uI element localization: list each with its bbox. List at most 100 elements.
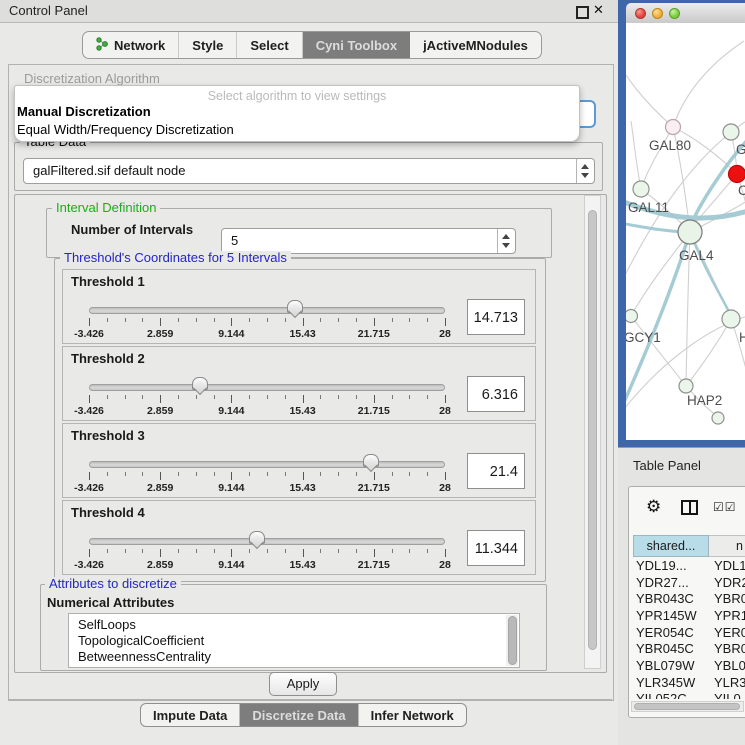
table-header: shared... n <box>633 535 745 557</box>
split-columns-icon[interactable] <box>681 500 698 515</box>
node-gal4[interactable] <box>678 220 702 244</box>
bottom-tab-bar: Impute Data Discretize Data Infer Networ… <box>140 703 467 727</box>
scrollbar-thumb[interactable] <box>508 616 517 665</box>
float-window-icon[interactable] <box>576 6 589 19</box>
slider-tick-labels: -3.426 2.859 9.144 15.43 21.715 28 <box>89 559 445 571</box>
list-item[interactable]: SelfLoops <box>78 617 136 632</box>
close-icon[interactable]: ✕ <box>593 2 604 18</box>
node-gal11[interactable] <box>633 181 649 197</box>
tab-jactivemnodules[interactable]: jActiveMNodules <box>410 32 541 58</box>
node-label-partial-h: H <box>739 330 745 345</box>
table-row[interactable]: YBR045CYBR0 <box>633 640 745 657</box>
tab-cyni-toolbox[interactable]: Cyni Toolbox <box>303 32 410 58</box>
column-header-shared[interactable]: shared... <box>633 535 709 557</box>
threshold-4-value[interactable]: 11.344 <box>467 530 525 566</box>
panel-divider <box>8 699 612 700</box>
top-tab-bar: Network Style Select Cyni Toolbox jActiv… <box>82 31 542 59</box>
node-selected-red[interactable] <box>729 166 745 183</box>
tab-impute-data[interactable]: Impute Data <box>141 704 240 726</box>
slider-ticks <box>89 472 445 481</box>
scrollbar-thumb[interactable] <box>634 703 740 710</box>
threshold-4-label: Threshold 4 <box>71 505 145 520</box>
tab-style[interactable]: Style <box>179 32 237 58</box>
gear-icon[interactable]: ⚙ <box>646 497 661 517</box>
table-panel-title: Table Panel <box>633 458 701 473</box>
slider-thumb[interactable] <box>192 377 208 390</box>
slider-ticks <box>89 395 445 404</box>
slider-track[interactable] <box>89 538 445 545</box>
panel-title: Control Panel <box>9 0 88 22</box>
table-body[interactable]: YDL19...YDL1 YDR27...YDR2 YBR043CYBR0 YP… <box>633 557 745 699</box>
node-label-gal80: GAL80 <box>649 138 691 153</box>
numerical-attributes-list[interactable]: SelfLoops TopologicalCoefficient Between… <box>68 613 520 668</box>
dropdown-hint: Select algorithm to view settings <box>15 89 579 103</box>
tab-network[interactable]: Network <box>83 32 179 58</box>
table-row[interactable]: YBR043CYBR0 <box>633 590 745 607</box>
tab-network-label: Network <box>114 38 165 53</box>
mac-zoom-icon[interactable] <box>669 8 680 19</box>
node[interactable] <box>723 124 739 140</box>
slider-thumb[interactable] <box>249 531 265 544</box>
slider-tick-labels: -3.426 2.859 9.144 15.43 21.715 28 <box>89 405 445 417</box>
discretization-group-label: Discretization Algorithm <box>20 72 164 86</box>
table-row[interactable]: YPR145WYPR1 <box>633 607 745 624</box>
slider-track[interactable] <box>89 384 445 391</box>
tab-select[interactable]: Select <box>237 32 302 58</box>
threshold-3-value[interactable]: 21.4 <box>467 453 525 489</box>
list-vertical-scrollbar[interactable] <box>506 615 518 666</box>
threshold-4-slider[interactable]: -3.426 2.859 9.144 15.43 21.715 28 <box>89 531 445 571</box>
threshold-2-slider[interactable]: -3.426 2.859 9.144 15.43 21.715 28 <box>89 377 445 417</box>
node-gcy1[interactable] <box>626 310 638 323</box>
threshold-1-value[interactable]: 14.713 <box>467 299 525 335</box>
slider-tick-labels: -3.426 2.859 9.144 15.43 21.715 28 <box>89 482 445 494</box>
settings-vertical-scrollbar[interactable] <box>584 195 601 669</box>
table-panel: Table Panel ⚙ ☑☑ shared... n YDL19...YDL… <box>618 447 745 745</box>
spinner-arrows-icon <box>497 229 515 253</box>
table-horizontal-scrollbar[interactable] <box>631 701 744 712</box>
table-data-combobox[interactable]: galFiltered.sif default node <box>23 158 595 184</box>
table-row[interactable]: YER054CYER0 <box>633 624 745 641</box>
slider-thumb[interactable] <box>287 300 303 313</box>
scrollbar-thumb[interactable] <box>588 210 597 650</box>
thresholds-group-label: Threshold's Coordinates for 5 Intervals <box>60 251 291 265</box>
list-item[interactable]: TopologicalCoefficient <box>78 633 204 648</box>
apply-button[interactable]: Apply <box>269 672 337 696</box>
dropdown-option-equal-width[interactable]: Equal Width/Frequency Discretization <box>17 122 234 137</box>
threshold-row-3: Threshold 3 -3.426 2.859 9.144 15.43 21.… <box>62 423 536 498</box>
node[interactable] <box>712 412 724 424</box>
tab-infer-network[interactable]: Infer Network <box>359 704 466 726</box>
mac-minimize-icon[interactable] <box>652 8 663 19</box>
node[interactable] <box>722 310 740 328</box>
network-canvas[interactable]: GAL80 GA C GAL11 GAL4 GCY1 H HAP2 <box>626 23 745 440</box>
slider-track[interactable] <box>89 461 445 468</box>
node-label-hap2: HAP2 <box>687 393 722 408</box>
column-header-name[interactable]: n <box>709 535 745 557</box>
interval-definition-label: Interval Definition <box>52 201 160 215</box>
threshold-3-slider[interactable]: -3.426 2.859 9.144 15.43 21.715 28 <box>89 454 445 494</box>
table-row[interactable]: YDL19...YDL1 <box>633 557 745 574</box>
checkbox-icons[interactable]: ☑☑ <box>713 500 737 514</box>
table-data-value: galFiltered.sif default node <box>33 159 185 183</box>
screen: Control Panel ✕ Network Style Se <box>0 0 745 745</box>
threshold-1-label: Threshold 1 <box>71 274 145 289</box>
table-row[interactable]: YDR27...YDR2 <box>633 574 745 591</box>
dropdown-option-manual[interactable]: Manual Discretization <box>17 104 151 119</box>
control-panel-titlebar: Control Panel ✕ <box>0 0 618 23</box>
table-row[interactable]: YBL079WYBL0 <box>633 657 745 674</box>
threshold-2-value[interactable]: 6.316 <box>467 376 525 412</box>
mac-close-icon[interactable] <box>635 8 646 19</box>
numerical-attributes-label: Numerical Attributes <box>47 595 174 610</box>
combo-arrows-icon <box>576 159 594 183</box>
threshold-1-slider[interactable]: -3.426 2.859 9.144 15.43 21.715 28 <box>89 300 445 340</box>
tab-discretize-data[interactable]: Discretize Data <box>240 704 358 726</box>
slider-thumb[interactable] <box>363 454 379 467</box>
list-item[interactable]: BetweennessCentrality <box>78 649 211 664</box>
node-gal80[interactable] <box>666 120 681 135</box>
threshold-3-label: Threshold 3 <box>71 428 145 443</box>
slider-track[interactable] <box>89 307 445 314</box>
node-hap2[interactable] <box>679 379 693 393</box>
network-window-titlebar[interactable] <box>626 3 745 24</box>
threshold-row-4: Threshold 4 -3.426 2.859 9.144 15.43 21.… <box>62 500 536 575</box>
table-row[interactable]: YIL052CYIL0 <box>633 691 745 700</box>
table-row[interactable]: YLR345WYLR3 <box>633 674 745 691</box>
